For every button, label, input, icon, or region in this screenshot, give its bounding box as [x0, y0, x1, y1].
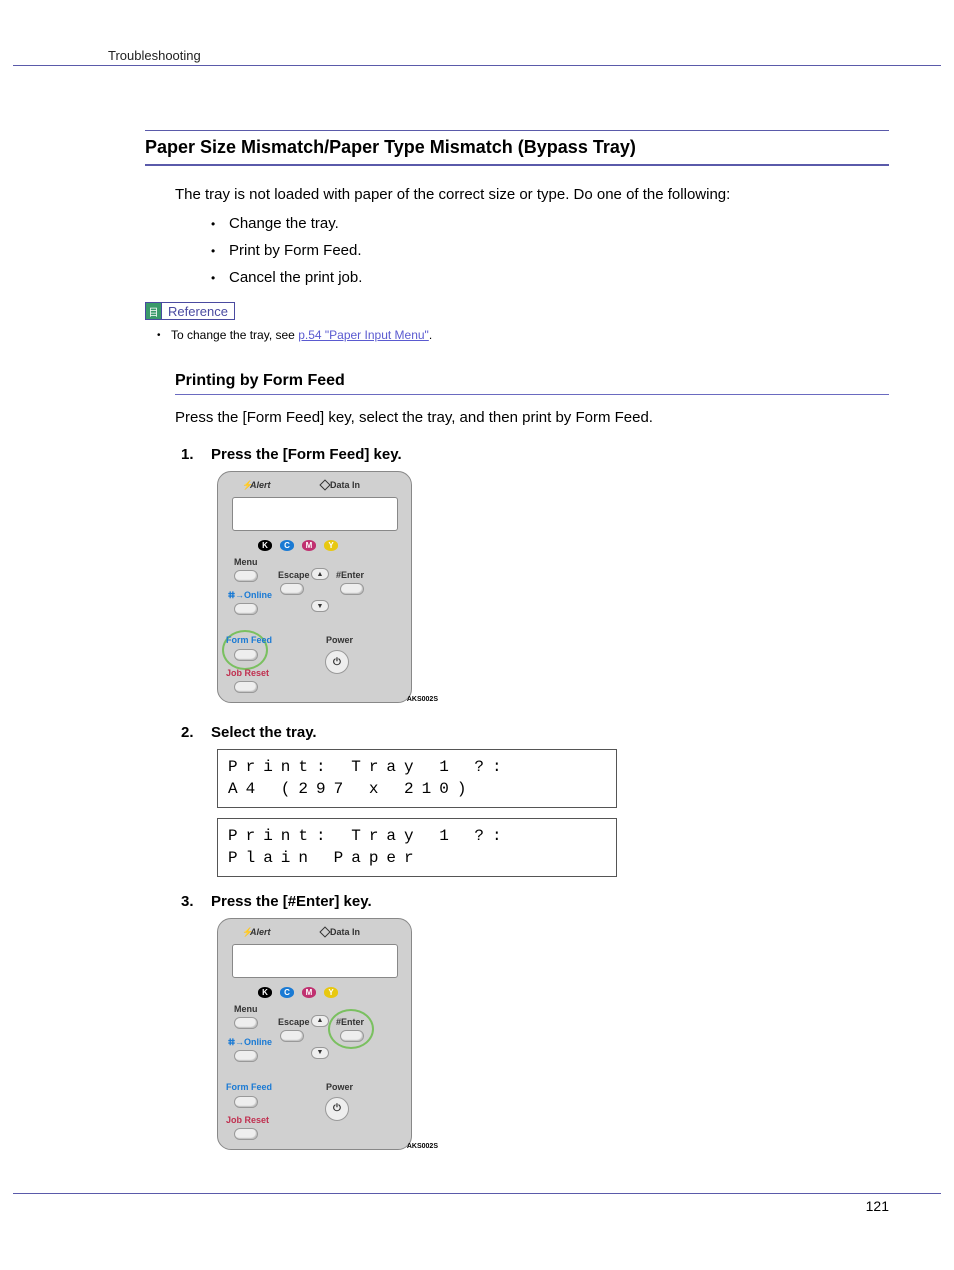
enter-highlight: [328, 1009, 374, 1049]
page-title: Paper Size Mismatch/Paper Type Mismatch …: [145, 130, 889, 166]
job-reset-label: Job Reset: [226, 668, 269, 678]
toner-c-icon: C: [280, 987, 294, 998]
power-label: Power: [326, 635, 353, 645]
menu-button[interactable]: [234, 1017, 258, 1029]
data-in-label: Data In: [330, 480, 360, 490]
online-button[interactable]: [234, 603, 258, 615]
form-feed-label: Form Feed: [226, 635, 272, 645]
step-item: Press the [Form Feed] key. ⚡ Alert Data …: [181, 446, 889, 708]
down-arrow-button[interactable]: ▼: [311, 600, 329, 612]
control-panel-figure: ⚡ Alert Data In K C M Y Menu Escape ▲: [217, 918, 412, 1150]
alert-label: Alert: [250, 927, 271, 937]
enter-button[interactable]: [340, 583, 364, 595]
reference-note: To change the tray, see p.54 "Paper Inpu…: [157, 328, 889, 342]
menu-label: Menu: [234, 1004, 258, 1014]
lcd-line: A4 (297 x 210): [228, 778, 606, 800]
reference-note-prefix: To change the tray, see: [171, 328, 298, 342]
menu-button[interactable]: [234, 570, 258, 582]
toner-c-icon: C: [280, 540, 294, 551]
toner-indicators: K C M Y: [258, 540, 338, 551]
escape-button[interactable]: [280, 583, 304, 595]
form-feed-button[interactable]: [234, 649, 258, 661]
job-reset-button[interactable]: [234, 1128, 258, 1140]
up-arrow-button[interactable]: ▲: [311, 568, 329, 580]
step-title: Press the [#Enter] key.: [211, 893, 889, 910]
toner-y-icon: Y: [324, 987, 338, 998]
content-area: Paper Size Mismatch/Paper Type Mismatch …: [145, 130, 889, 1171]
job-reset-button[interactable]: [234, 681, 258, 693]
option-item: Cancel the print job.: [211, 269, 889, 286]
up-arrow-button[interactable]: ▲: [311, 1015, 329, 1027]
reference-badge: 目 Reference: [145, 302, 235, 320]
toner-indicators: K C M Y: [258, 987, 338, 998]
power-button[interactable]: ⏻: [325, 650, 349, 674]
figure-tag: AKS002S: [407, 1143, 438, 1150]
control-panel: ⚡ Alert Data In K C M Y Menu Escape ▲: [217, 918, 412, 1150]
online-label: ⵌ→Online: [228, 590, 272, 601]
toner-y-icon: Y: [324, 540, 338, 551]
alert-label: Alert: [250, 480, 271, 490]
menu-label: Menu: [234, 557, 258, 567]
toner-k-icon: K: [258, 987, 272, 998]
sub-heading: Printing by Form Feed: [175, 372, 889, 395]
lcd-screen: [232, 497, 398, 531]
page-number: 121: [866, 1198, 889, 1214]
down-arrow-button[interactable]: ▼: [311, 1047, 329, 1059]
enter-label: #Enter: [336, 1017, 364, 1027]
step-title: Press the [Form Feed] key.: [211, 446, 889, 463]
figure-tag: AKS002S: [407, 696, 438, 703]
job-reset-label: Job Reset: [226, 1115, 269, 1125]
reference-note-suffix: .: [429, 328, 432, 342]
lcd-line: Plain Paper: [228, 847, 606, 869]
power-label: Power: [326, 1082, 353, 1092]
breadcrumb: Troubleshooting: [108, 48, 201, 63]
control-panel: ⚡ Alert Data In K C M Y Menu Escape ▲: [217, 471, 412, 703]
escape-button[interactable]: [280, 1030, 304, 1042]
intro-text: The tray is not loaded with paper of the…: [175, 186, 889, 203]
reference-link[interactable]: p.54 "Paper Input Menu": [298, 328, 429, 342]
lcd-display-box: Print: Tray 1 ?: Plain Paper: [217, 818, 617, 877]
options-list: Change the tray. Print by Form Feed. Can…: [211, 215, 889, 286]
lcd-line: Print: Tray 1 ?:: [228, 756, 606, 778]
toner-k-icon: K: [258, 540, 272, 551]
form-feed-button[interactable]: [234, 1096, 258, 1108]
control-panel-figure: ⚡ Alert Data In K C M Y Menu Escape ▲: [217, 471, 412, 703]
step-title: Select the tray.: [211, 724, 889, 741]
lcd-line: Print: Tray 1 ?:: [228, 825, 606, 847]
step-item: Press the [#Enter] key. ⚡ Alert Data In …: [181, 893, 889, 1155]
enter-button[interactable]: [340, 1030, 364, 1042]
data-in-icon: [319, 479, 330, 490]
sub-description: Press the [Form Feed] key, select the tr…: [175, 409, 889, 426]
data-in-label: Data In: [330, 927, 360, 937]
enter-label: #Enter: [336, 570, 364, 580]
option-item: Change the tray.: [211, 215, 889, 232]
escape-label: Escape: [278, 570, 310, 580]
form-feed-label: Form Feed: [226, 1082, 272, 1092]
step-item: Select the tray. Print: Tray 1 ?: A4 (29…: [181, 724, 889, 877]
lcd-screen: [232, 944, 398, 978]
data-in-icon: [319, 926, 330, 937]
header-rule: [13, 65, 941, 66]
toner-m-icon: M: [302, 987, 316, 998]
lcd-display-box: Print: Tray 1 ?: A4 (297 x 210): [217, 749, 617, 808]
online-label: ⵌ→Online: [228, 1037, 272, 1048]
step-list: Press the [Form Feed] key. ⚡ Alert Data …: [181, 446, 889, 1155]
reference-label: Reference: [162, 303, 234, 319]
footer-rule: [13, 1193, 941, 1194]
power-button[interactable]: ⏻: [325, 1097, 349, 1121]
reference-icon: 目: [146, 303, 162, 319]
online-button[interactable]: [234, 1050, 258, 1062]
toner-m-icon: M: [302, 540, 316, 551]
escape-label: Escape: [278, 1017, 310, 1027]
option-item: Print by Form Feed.: [211, 242, 889, 259]
